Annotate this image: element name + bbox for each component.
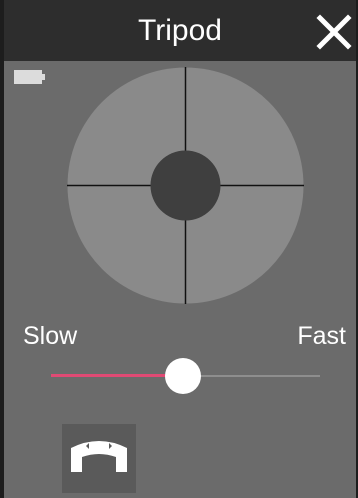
page-title: Tripod [138,14,222,47]
title-bar: Tripod [4,0,356,61]
close-button[interactable] [312,10,356,54]
close-icon [316,14,352,50]
speed-slider[interactable] [51,358,320,394]
tripod-mode-icon [71,441,127,472]
slider-track-fill [51,374,183,377]
joystick-knob [150,150,221,221]
speed-min-label: Slow [23,322,78,350]
tripod-mode-button[interactable] [62,424,136,493]
tripod-panel: Tripod Slow Fast [4,0,356,498]
battery-icon [14,70,46,84]
speed-max-label: Fast [297,322,346,350]
slider-thumb[interactable] [165,358,201,394]
joystick-pad[interactable] [67,67,304,304]
